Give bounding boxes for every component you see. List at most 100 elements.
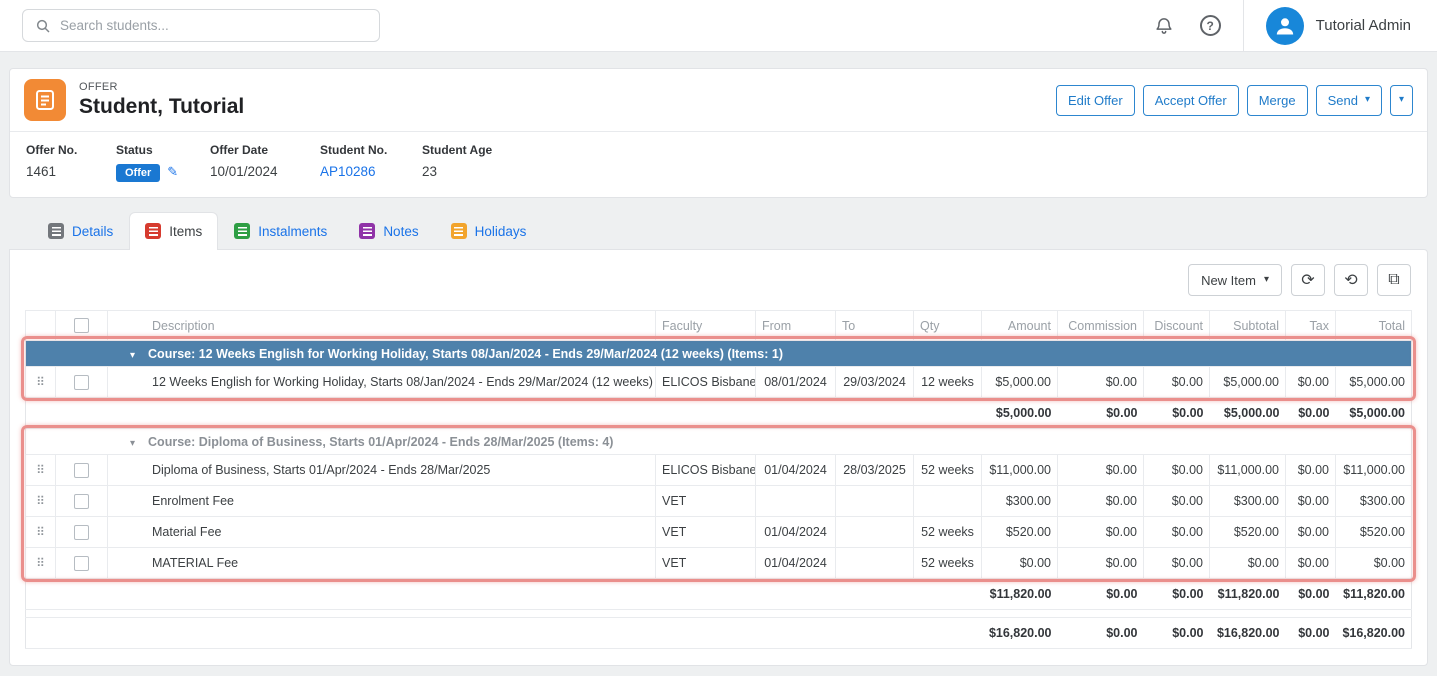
copy-icon: ⧉	[1388, 271, 1399, 289]
chevron-down-icon: ▾	[1264, 275, 1269, 285]
cell-qty: 52 weeks	[914, 517, 982, 548]
cell-total: $0.00	[1336, 548, 1412, 579]
row-checkbox[interactable]	[74, 556, 89, 571]
course-group-title: Course: 12 Weeks English for Working Hol…	[148, 347, 783, 361]
cell-discount: $0.00	[1144, 517, 1210, 548]
col-amount: Amount	[982, 311, 1058, 341]
instalments-icon	[234, 223, 250, 239]
cell-commission: $0.00	[1058, 455, 1144, 486]
tab-notes[interactable]: Notes	[343, 212, 434, 249]
item-row[interactable]: ⠿ Material Fee VET 01/04/2024 52 weeks $…	[26, 517, 1412, 548]
row-checkbox[interactable]	[74, 463, 89, 478]
course-group-header[interactable]: ▾Course: Diploma of Business, Starts 01/…	[26, 429, 1412, 455]
col-qty: Qty	[914, 311, 982, 341]
cell-description: MATERIAL Fee	[108, 548, 656, 579]
cell-subtotal: $5,000.00	[1210, 367, 1286, 398]
col-from: From	[756, 311, 836, 341]
cell-faculty: ELICOS Bisbane	[656, 367, 756, 398]
user-name: Tutorial Admin	[1316, 17, 1411, 34]
collapse-caret-icon[interactable]: ▾	[130, 438, 135, 449]
offer-fields-row: Offer No. 1461 Status Offer✎ Offer Date …	[10, 131, 1427, 197]
select-all-checkbox[interactable]	[74, 318, 89, 333]
cell-qty	[914, 486, 982, 517]
send-button[interactable]: Send▾	[1316, 85, 1382, 116]
item-row[interactable]: ⠿ MATERIAL Fee VET 01/04/2024 52 weeks $…	[26, 548, 1412, 579]
items-panel: New Item ▾ ⟳ ⟲ ⧉ Description Faculty Fro…	[9, 249, 1428, 666]
grand-total: $16,820.00	[1336, 618, 1412, 649]
help-button[interactable]: ?	[1200, 15, 1221, 36]
grand-subtotal: $16,820.00	[1210, 618, 1286, 649]
chevron-down-icon: ▾	[1365, 95, 1370, 105]
col-tax: Tax	[1286, 311, 1336, 341]
edit-offer-button[interactable]: Edit Offer	[1056, 85, 1135, 116]
cell-from: 01/04/2024	[756, 455, 836, 486]
table-header-row: Description Faculty From To Qty Amount C…	[26, 311, 1412, 341]
cell-amount: $5,000.00	[982, 367, 1058, 398]
details-icon	[48, 223, 64, 239]
merge-button[interactable]: Merge	[1247, 85, 1308, 116]
drag-handle-icon[interactable]: ⠿	[32, 526, 49, 538]
item-row[interactable]: ⠿ Diploma of Business, Starts 01/Apr/202…	[26, 455, 1412, 486]
cell-amount: $300.00	[982, 486, 1058, 517]
edit-status-icon[interactable]: ✎	[167, 164, 178, 179]
row-checkbox[interactable]	[74, 375, 89, 390]
drag-handle-icon[interactable]: ⠿	[32, 464, 49, 476]
cell-qty: 52 weeks	[914, 455, 982, 486]
cell-discount: $0.00	[1144, 486, 1210, 517]
new-item-button[interactable]: New Item ▾	[1188, 264, 1282, 296]
col-commission: Commission	[1058, 311, 1144, 341]
cell-faculty: VET	[656, 517, 756, 548]
cell-amount: $11,000.00	[982, 455, 1058, 486]
offer-header-card: OFFER Student, Tutorial Edit Offer Accep…	[9, 68, 1428, 198]
collapse-caret-icon[interactable]: ▾	[130, 350, 135, 361]
subtotal-amount: $5,000.00	[982, 398, 1058, 429]
field-student-age: Student Age 23	[422, 143, 492, 182]
row-checkbox[interactable]	[74, 525, 89, 540]
tab-details[interactable]: Details	[32, 212, 129, 249]
student-no-link[interactable]: AP10286	[320, 164, 376, 179]
grand-total-row: $16,820.00 $0.00 $0.00 $16,820.00 $0.00 …	[26, 618, 1412, 649]
tab-holidays[interactable]: Holidays	[435, 212, 543, 249]
refresh-button[interactable]: ⟳	[1291, 264, 1325, 296]
col-faculty: Faculty	[656, 311, 756, 341]
subtotal-amount: $11,820.00	[982, 579, 1058, 610]
search-input[interactable]	[60, 18, 367, 33]
avatar[interactable]	[1266, 7, 1304, 45]
notifications-button[interactable]	[1154, 16, 1174, 36]
course-group-header[interactable]: ▾ Course: 12 Weeks English for Working Ho…	[26, 341, 1412, 367]
cell-to	[836, 548, 914, 579]
accept-offer-button[interactable]: Accept Offer	[1143, 85, 1239, 116]
tab-items[interactable]: Items	[129, 212, 218, 250]
cell-total: $520.00	[1336, 517, 1412, 548]
drag-handle-icon[interactable]: ⠿	[32, 495, 49, 507]
bell-icon	[1154, 16, 1174, 36]
field-student-no: Student No. AP10286	[320, 143, 422, 182]
subtotal-total: $11,820.00	[1336, 579, 1412, 610]
cell-tax: $0.00	[1286, 517, 1336, 548]
student-search-box[interactable]	[22, 9, 380, 42]
items-icon	[145, 223, 161, 239]
subtotal-tax: $0.00	[1286, 398, 1336, 429]
cell-description: Enrolment Fee	[108, 486, 656, 517]
cell-from: 01/04/2024	[756, 548, 836, 579]
refresh-icon: ⟳	[1301, 270, 1314, 290]
row-checkbox[interactable]	[74, 494, 89, 509]
tab-instalments[interactable]: Instalments	[218, 212, 343, 249]
drag-handle-icon[interactable]: ⠿	[32, 557, 49, 569]
more-actions-button[interactable]: ▾	[1390, 85, 1413, 116]
drag-handle-icon[interactable]: ⠿	[32, 376, 49, 388]
field-offer-no: Offer No. 1461	[26, 143, 116, 182]
cell-discount: $0.00	[1144, 455, 1210, 486]
cell-commission: $0.00	[1058, 548, 1144, 579]
item-row[interactable]: ⠿ Enrolment Fee VET $300.00 $0.00 $0.00 …	[26, 486, 1412, 517]
history-button[interactable]: ⟲	[1334, 264, 1368, 296]
item-row[interactable]: ⠿ 12 Weeks English for Working Holiday, …	[26, 367, 1412, 398]
cell-commission: $0.00	[1058, 367, 1144, 398]
topbar-right: ? Tutorial Admin	[1154, 0, 1411, 52]
cell-amount: $520.00	[982, 517, 1058, 548]
col-subtotal: Subtotal	[1210, 311, 1286, 341]
cell-tax: $0.00	[1286, 367, 1336, 398]
cell-description: Diploma of Business, Starts 01/Apr/2024 …	[108, 455, 656, 486]
subtotal-total: $5,000.00	[1336, 398, 1412, 429]
copy-button[interactable]: ⧉	[1377, 264, 1411, 296]
